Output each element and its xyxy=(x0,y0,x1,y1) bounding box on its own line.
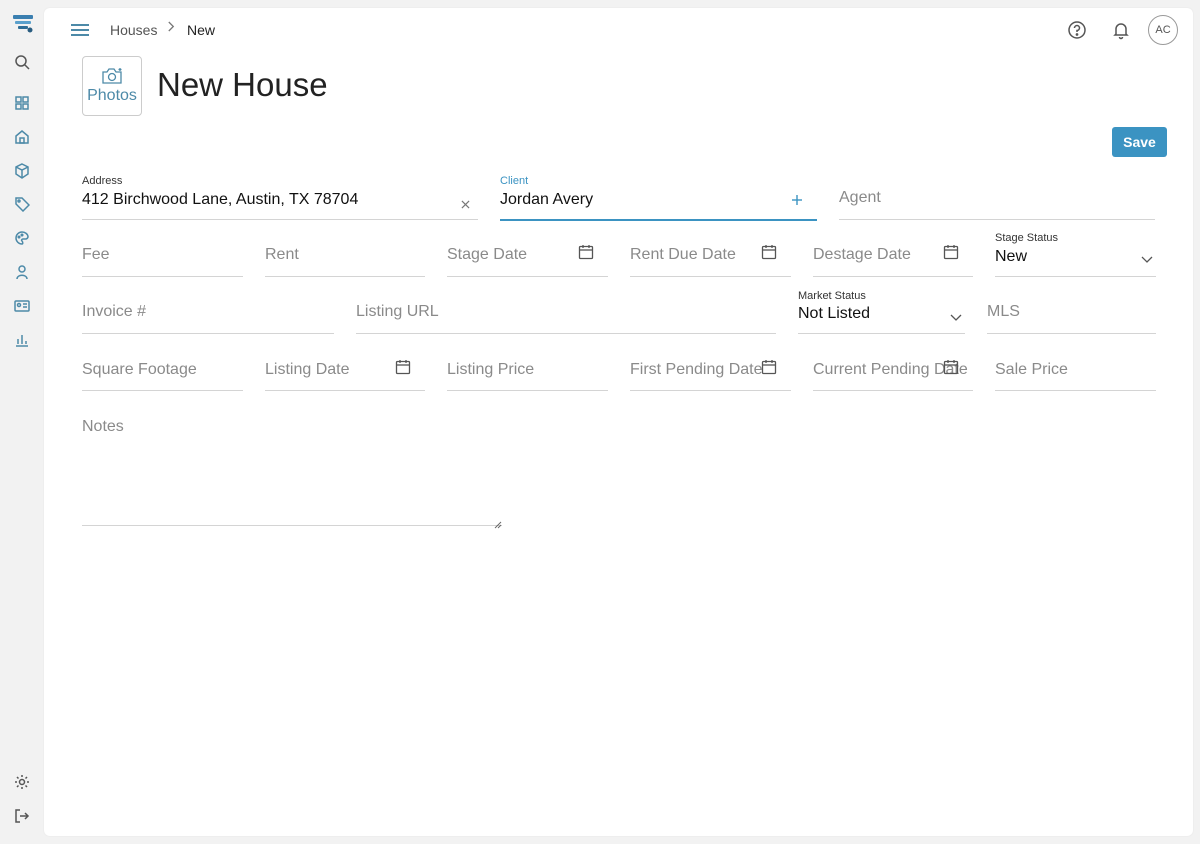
resize-handle-icon[interactable] xyxy=(494,516,502,529)
stage-status-label: Stage Status xyxy=(995,232,1058,244)
first-pending-date-field[interactable]: First Pending Date xyxy=(630,345,791,391)
tag-icon[interactable] xyxy=(12,194,32,214)
square-footage-field[interactable]: Square Footage xyxy=(82,345,243,391)
app-logo-icon[interactable] xyxy=(12,12,34,34)
notes-placeholder: Notes xyxy=(82,418,124,435)
help-icon[interactable] xyxy=(1067,20,1087,40)
calendar-icon[interactable] xyxy=(761,359,777,380)
sale-price-field[interactable]: Sale Price xyxy=(995,345,1156,391)
market-status-label: Market Status xyxy=(798,290,866,302)
destage-date-placeholder: Destage Date xyxy=(813,246,911,263)
address-value[interactable]: 412 Birchwood Lane, Austin, TX 78704 xyxy=(82,191,358,209)
page-title: New House xyxy=(157,66,328,103)
bar-chart-icon[interactable] xyxy=(12,330,32,350)
camera-icon xyxy=(102,68,122,84)
chevron-down-icon[interactable] xyxy=(949,310,963,329)
first-pending-date-placeholder: First Pending Date xyxy=(630,361,763,378)
address-label: Address xyxy=(82,175,123,187)
id-card-icon[interactable] xyxy=(12,296,32,316)
fee-field[interactable]: Fee xyxy=(82,230,243,277)
destage-date-field[interactable]: Destage Date xyxy=(813,230,973,277)
chevron-down-icon[interactable] xyxy=(1140,252,1154,271)
listing-price-field[interactable]: Listing Price xyxy=(447,345,608,391)
listing-url-field[interactable]: Listing URL xyxy=(356,288,776,334)
calendar-icon[interactable] xyxy=(578,244,594,265)
bell-icon[interactable] xyxy=(1111,20,1131,40)
rent-placeholder: Rent xyxy=(265,246,299,263)
breadcrumb-houses[interactable]: Houses xyxy=(110,22,157,38)
calendar-icon[interactable] xyxy=(761,244,777,265)
settings-icon[interactable] xyxy=(12,772,32,792)
listing-url-placeholder: Listing URL xyxy=(356,303,439,320)
breadcrumb-current: New xyxy=(187,22,216,38)
client-field[interactable]: Client Jordan Avery xyxy=(500,172,817,221)
rent-field[interactable]: Rent xyxy=(265,230,425,277)
calendar-icon[interactable] xyxy=(943,359,959,380)
mls-placeholder: MLS xyxy=(987,303,1020,320)
calendar-icon[interactable] xyxy=(395,359,411,380)
listing-date-field[interactable]: Listing Date xyxy=(265,345,425,391)
stage-date-placeholder: Stage Date xyxy=(447,246,528,263)
calendar-icon[interactable] xyxy=(943,244,959,265)
menu-icon[interactable] xyxy=(71,21,89,39)
fee-placeholder: Fee xyxy=(82,246,110,263)
agent-field[interactable]: Agent xyxy=(839,172,1155,220)
rent-due-date-placeholder: Rent Due Date xyxy=(630,246,736,263)
palette-icon[interactable] xyxy=(12,228,32,248)
main-panel: Houses New AC Photos New House Save Addr… xyxy=(44,8,1193,836)
plus-icon[interactable] xyxy=(791,193,803,211)
photos-button[interactable]: Photos xyxy=(82,56,142,116)
top-bar: Houses New AC xyxy=(44,8,1193,52)
box-icon[interactable] xyxy=(12,161,32,181)
listing-date-placeholder: Listing Date xyxy=(265,361,350,378)
user-icon[interactable] xyxy=(12,262,32,282)
listing-price-placeholder: Listing Price xyxy=(447,361,535,378)
rent-due-date-field[interactable]: Rent Due Date xyxy=(630,230,791,277)
invoice-placeholder: Invoice # xyxy=(82,303,147,320)
dashboard-icon[interactable] xyxy=(12,93,32,113)
save-button[interactable]: Save xyxy=(1112,127,1167,157)
client-value[interactable]: Jordan Avery xyxy=(500,191,593,209)
home-icon[interactable] xyxy=(12,127,32,147)
photos-label: Photos xyxy=(87,87,137,104)
stage-status-select[interactable]: Stage Status New xyxy=(995,230,1156,277)
agent-placeholder: Agent xyxy=(839,189,881,206)
market-status-select[interactable]: Market Status Not Listed xyxy=(798,288,965,334)
sale-price-placeholder: Sale Price xyxy=(995,361,1068,378)
stage-date-field[interactable]: Stage Date xyxy=(447,230,608,277)
invoice-field[interactable]: Invoice # xyxy=(82,288,334,334)
mls-field[interactable]: MLS xyxy=(987,288,1156,334)
address-field[interactable]: Address 412 Birchwood Lane, Austin, TX 7… xyxy=(82,172,478,220)
market-status-value[interactable]: Not Listed xyxy=(798,305,870,323)
square-footage-placeholder: Square Footage xyxy=(82,361,197,378)
current-pending-date-field[interactable]: Current Pending Date xyxy=(813,345,973,391)
search-icon[interactable] xyxy=(12,52,32,72)
user-avatar[interactable]: AC xyxy=(1148,15,1178,45)
notes-textarea[interactable]: Notes xyxy=(82,412,502,529)
sidebar xyxy=(0,0,44,844)
chevron-right-icon xyxy=(167,20,176,36)
client-label: Client xyxy=(500,175,529,187)
clear-icon[interactable] xyxy=(461,196,470,214)
sign-out-icon[interactable] xyxy=(12,806,32,826)
stage-status-value[interactable]: New xyxy=(995,248,1027,266)
